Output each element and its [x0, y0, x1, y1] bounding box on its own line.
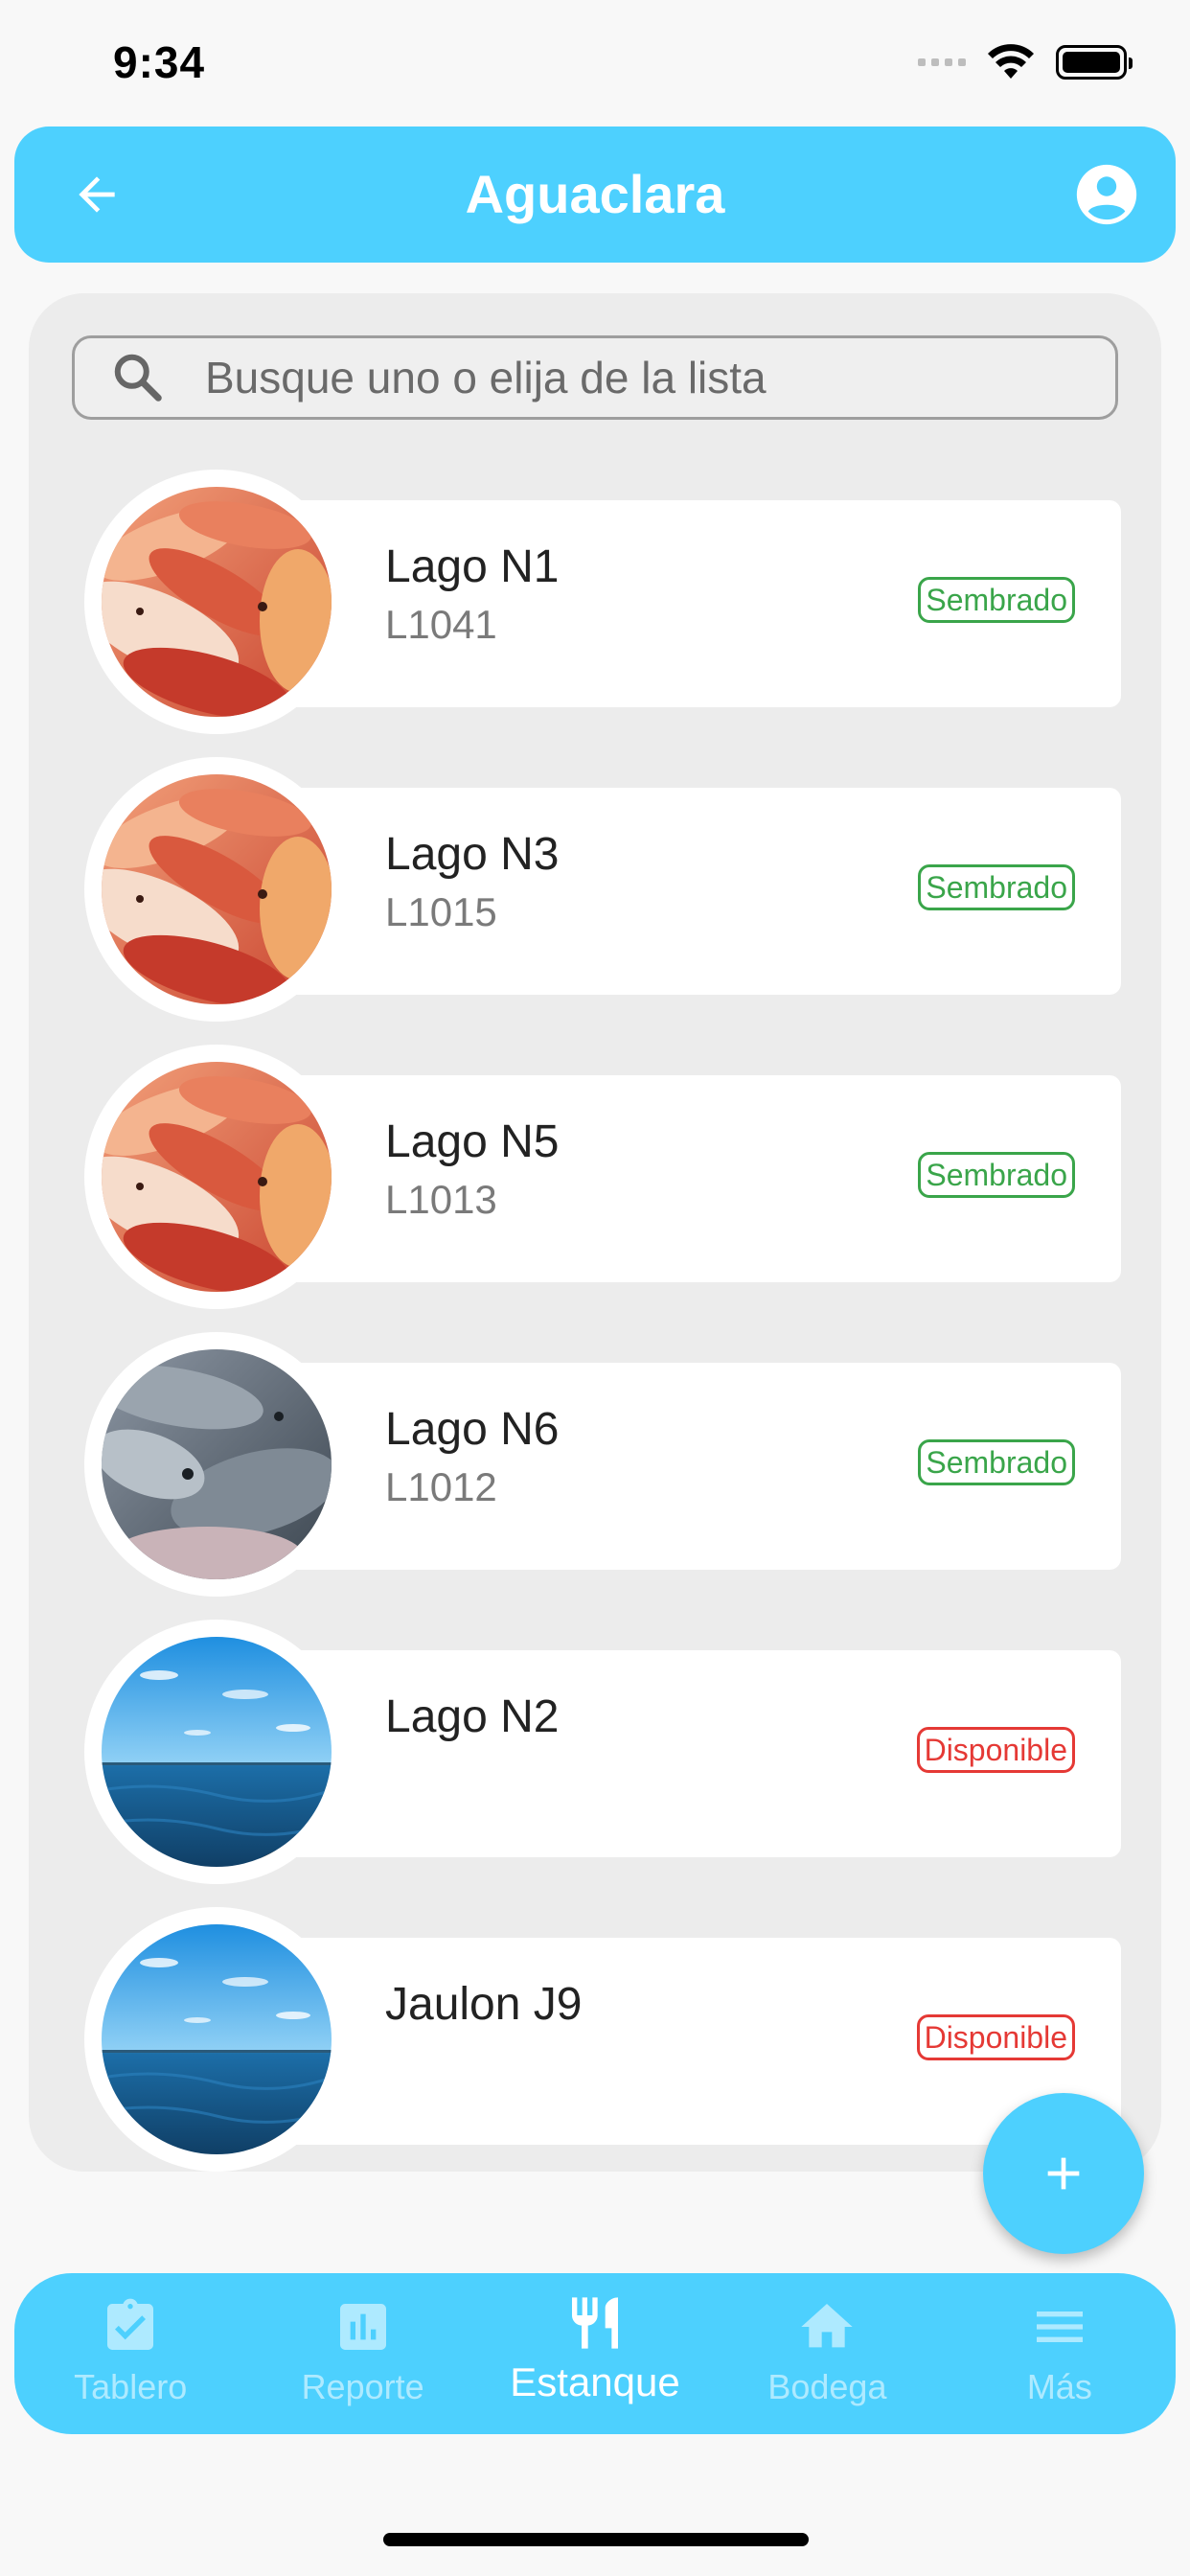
- pond-name: Lago N2: [385, 1691, 560, 1742]
- status-badge: Sembrado: [918, 1439, 1075, 1485]
- app-bar: Aguaclara: [14, 126, 1176, 263]
- list-item[interactable]: Lago N6 L1012 Sembrado: [84, 1332, 1121, 1600]
- battery-icon: [1056, 45, 1133, 80]
- nav-label: Más: [1026, 2367, 1092, 2406]
- status-badge: Sembrado: [918, 1152, 1075, 1198]
- red-tilapia-image: [84, 757, 349, 1022]
- nav-item-reporte[interactable]: Reporte: [246, 2273, 478, 2434]
- nav-item-mas[interactable]: Más: [944, 2273, 1176, 2434]
- status-badge: Disponible: [916, 1727, 1075, 1773]
- signal-icon: [918, 58, 966, 66]
- pond-name: Lago N6: [385, 1404, 560, 1455]
- nav-item-tablero[interactable]: Tablero: [14, 2273, 246, 2434]
- pond-code: L1013: [385, 1177, 497, 1222]
- bar-chart-icon: [339, 2304, 386, 2350]
- lake-water-image: [84, 1620, 349, 1884]
- status-time: 9:34: [113, 37, 206, 87]
- status-badge: Disponible: [916, 2014, 1075, 2060]
- gray-tilapia-image: [84, 1332, 349, 1597]
- pond-name: Lago N3: [385, 829, 560, 880]
- pond-name: Lago N1: [385, 541, 560, 592]
- page-title: Aguaclara: [465, 164, 725, 224]
- pond-panel: Lago N1 L1041 Sembrado Lago N3 L1015 Sem…: [29, 293, 1161, 2172]
- bottom-nav: Tablero Reporte Estanque Bodega Más: [14, 2273, 1176, 2434]
- home-indicator: [383, 2533, 809, 2546]
- nav-item-estanque[interactable]: Estanque: [479, 2273, 711, 2434]
- pond-code: L1015: [385, 889, 497, 934]
- profile-button[interactable]: [1074, 162, 1139, 227]
- add-pond-button[interactable]: [983, 2093, 1144, 2254]
- restaurant-icon: [572, 2297, 619, 2349]
- pond-name: Jaulon J9: [385, 1979, 583, 2030]
- list-item[interactable]: Lago N3 L1015 Sembrado: [84, 757, 1121, 1025]
- lake-water-image: [84, 1907, 349, 2172]
- list-item[interactable]: Lago N2 Disponible: [84, 1620, 1121, 1888]
- plus-icon: [1047, 2157, 1080, 2190]
- nav-label: Tablero: [74, 2367, 188, 2406]
- pond-list: Lago N1 L1041 Sembrado Lago N3 L1015 Sem…: [29, 293, 1161, 2172]
- status-badge: Sembrado: [918, 864, 1075, 910]
- list-item[interactable]: Lago N5 L1013 Sembrado: [84, 1045, 1121, 1313]
- account-circle-icon: [1076, 164, 1137, 225]
- pond-name: Lago N5: [385, 1116, 560, 1167]
- home-icon: [801, 2304, 854, 2348]
- status-bar: 9:34: [0, 0, 1190, 125]
- nav-label: Estanque: [510, 2359, 680, 2404]
- pond-code: L1012: [385, 1464, 497, 1509]
- nav-item-bodega[interactable]: Bodega: [711, 2273, 943, 2434]
- menu-icon: [1036, 2312, 1083, 2342]
- clipboard-check-icon: [107, 2298, 154, 2350]
- list-item[interactable]: Lago N1 L1041 Sembrado: [84, 470, 1121, 738]
- status-badge: Sembrado: [918, 577, 1075, 623]
- red-tilapia-image: [84, 470, 349, 734]
- wifi-icon: [988, 44, 1034, 79]
- red-tilapia-image: [84, 1045, 349, 1309]
- status-icons: [918, 44, 1133, 80]
- nav-label: Reporte: [301, 2367, 424, 2406]
- list-item[interactable]: Jaulon J9 Disponible: [84, 1907, 1121, 2172]
- pond-code: L1041: [385, 602, 497, 647]
- nav-label: Bodega: [767, 2367, 887, 2406]
